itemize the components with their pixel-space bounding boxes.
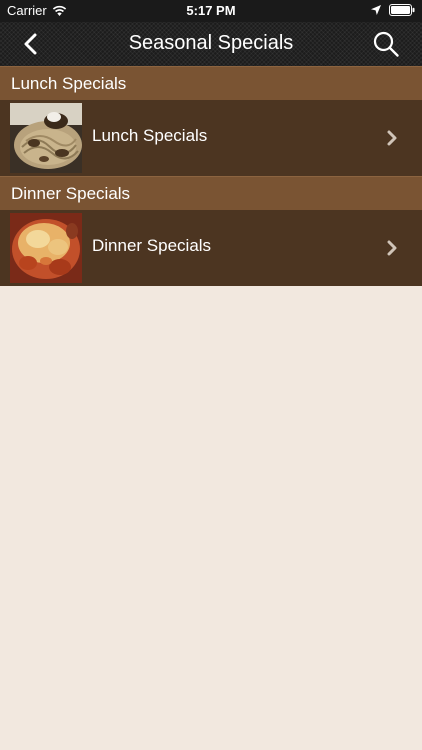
- battery-icon: [389, 4, 415, 16]
- back-button[interactable]: [18, 31, 44, 57]
- list-item-dinner-specials[interactable]: Dinner Specials: [0, 210, 422, 286]
- list-item-label: Lunch Specials: [92, 126, 208, 145]
- status-time: 5:17 PM: [186, 3, 236, 18]
- page-title: Seasonal Specials: [128, 32, 294, 54]
- section-header-lunch: Lunch Specials: [0, 66, 422, 100]
- specials-list: Lunch Specials Lunch Specials Dinner Spe…: [0, 66, 422, 286]
- baked-dish-photo: [10, 213, 82, 283]
- nav-bar: Seasonal Specials: [0, 22, 422, 67]
- section-header-dinner: Dinner Specials: [0, 176, 422, 210]
- chevron-right-icon: [387, 130, 397, 146]
- location-arrow-icon: [371, 5, 381, 15]
- back-chevron-icon: [24, 33, 37, 55]
- search-icon: [373, 31, 399, 57]
- chevron-right-icon: [387, 240, 397, 256]
- list-item-lunch-specials[interactable]: Lunch Specials: [0, 100, 422, 176]
- status-bar: Carrier 5:17 PM: [0, 0, 422, 22]
- pasta-dish-photo: [10, 103, 82, 173]
- list-item-label: Dinner Specials: [92, 236, 212, 255]
- status-right: [371, 4, 415, 16]
- search-button[interactable]: [372, 30, 400, 58]
